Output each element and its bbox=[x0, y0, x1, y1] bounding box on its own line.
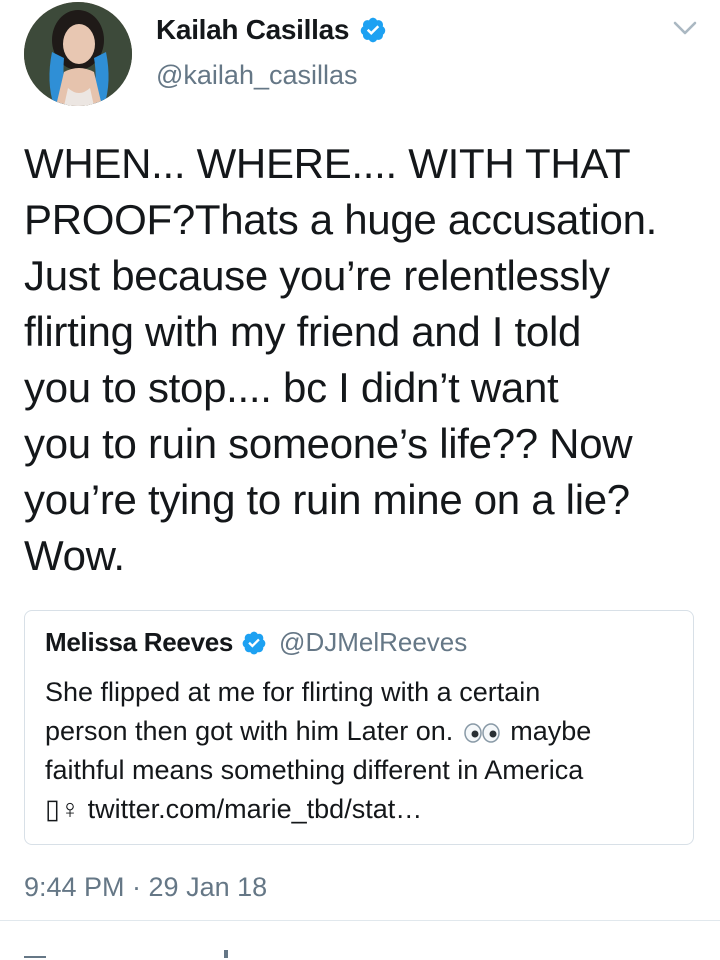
tweet-detail: Kailah Casillas @kailah_casillas WHEN...… bbox=[0, 0, 720, 960]
stats-row-partial bbox=[24, 948, 244, 960]
verified-badge-icon bbox=[360, 17, 386, 43]
author-avatar[interactable] bbox=[24, 2, 132, 106]
quoted-tweet-link[interactable]: twitter.com/marie_tbd/stat… bbox=[80, 794, 423, 824]
tweet-text-line: Wow. bbox=[24, 532, 125, 579]
quoted-text-line: ▯♀ twitter.com/marie_tbd/stat… bbox=[45, 790, 675, 829]
quoted-text-segment: person then got with him Later on. bbox=[45, 716, 461, 746]
divider bbox=[0, 920, 720, 921]
quoted-author-handle: @DJMelReeves bbox=[279, 627, 468, 657]
author-name-row[interactable]: Kailah Casillas bbox=[156, 14, 387, 46]
tweet-text-line: you to stop.... bc I didn’t want bbox=[24, 364, 559, 411]
tweet-text-line: you’re tying to ruin mine on a lie? bbox=[24, 476, 630, 523]
chevron-down-icon[interactable] bbox=[672, 18, 698, 38]
quoted-tweet-card[interactable]: Melissa Reeves @DJMelReeves She flipped … bbox=[24, 610, 694, 845]
partial-glyph bbox=[24, 956, 46, 958]
quoted-text-line: She flipped at me for flirting with a ce… bbox=[45, 677, 541, 707]
quoted-text-segment: maybe bbox=[502, 716, 592, 746]
emoji-glyph: ▯♀ bbox=[45, 794, 81, 824]
tweet-text-line: you to ruin someone’s life?? Now bbox=[24, 420, 633, 467]
tweet-text-line: WHEN... WHERE.... WITH THAT bbox=[24, 140, 631, 187]
author-handle[interactable]: @kailah_casillas bbox=[156, 60, 358, 91]
author-display-name[interactable]: Kailah Casillas bbox=[156, 14, 349, 46]
partial-glyph bbox=[224, 950, 228, 958]
quoted-tweet-header: Melissa Reeves @DJMelReeves bbox=[45, 627, 467, 658]
quoted-author-name: Melissa Reeves bbox=[45, 627, 234, 657]
verified-badge-icon bbox=[242, 631, 266, 654]
quoted-text-line: person then got with him Later on. maybe bbox=[45, 712, 675, 751]
tweet-text-line: flirting with my friend and I told bbox=[24, 308, 582, 355]
tweet-timestamp[interactable]: 9:44 PM · 29 Jan 18 bbox=[24, 872, 267, 903]
avatar-photo bbox=[24, 2, 132, 106]
quoted-text-line: faithful means something different in Am… bbox=[45, 755, 584, 785]
tweet-text-line: PROOF?Thats a huge accusation. bbox=[24, 196, 657, 243]
tweet-text-line: Just because you’re relentlessly bbox=[24, 252, 610, 299]
eyes-emoji-icon bbox=[464, 723, 500, 743]
quoted-tweet-text: She flipped at me for flirting with a ce… bbox=[45, 673, 675, 829]
tweet-text: WHEN... WHERE.... WITH THAT PROOF?Thats a… bbox=[24, 136, 704, 584]
